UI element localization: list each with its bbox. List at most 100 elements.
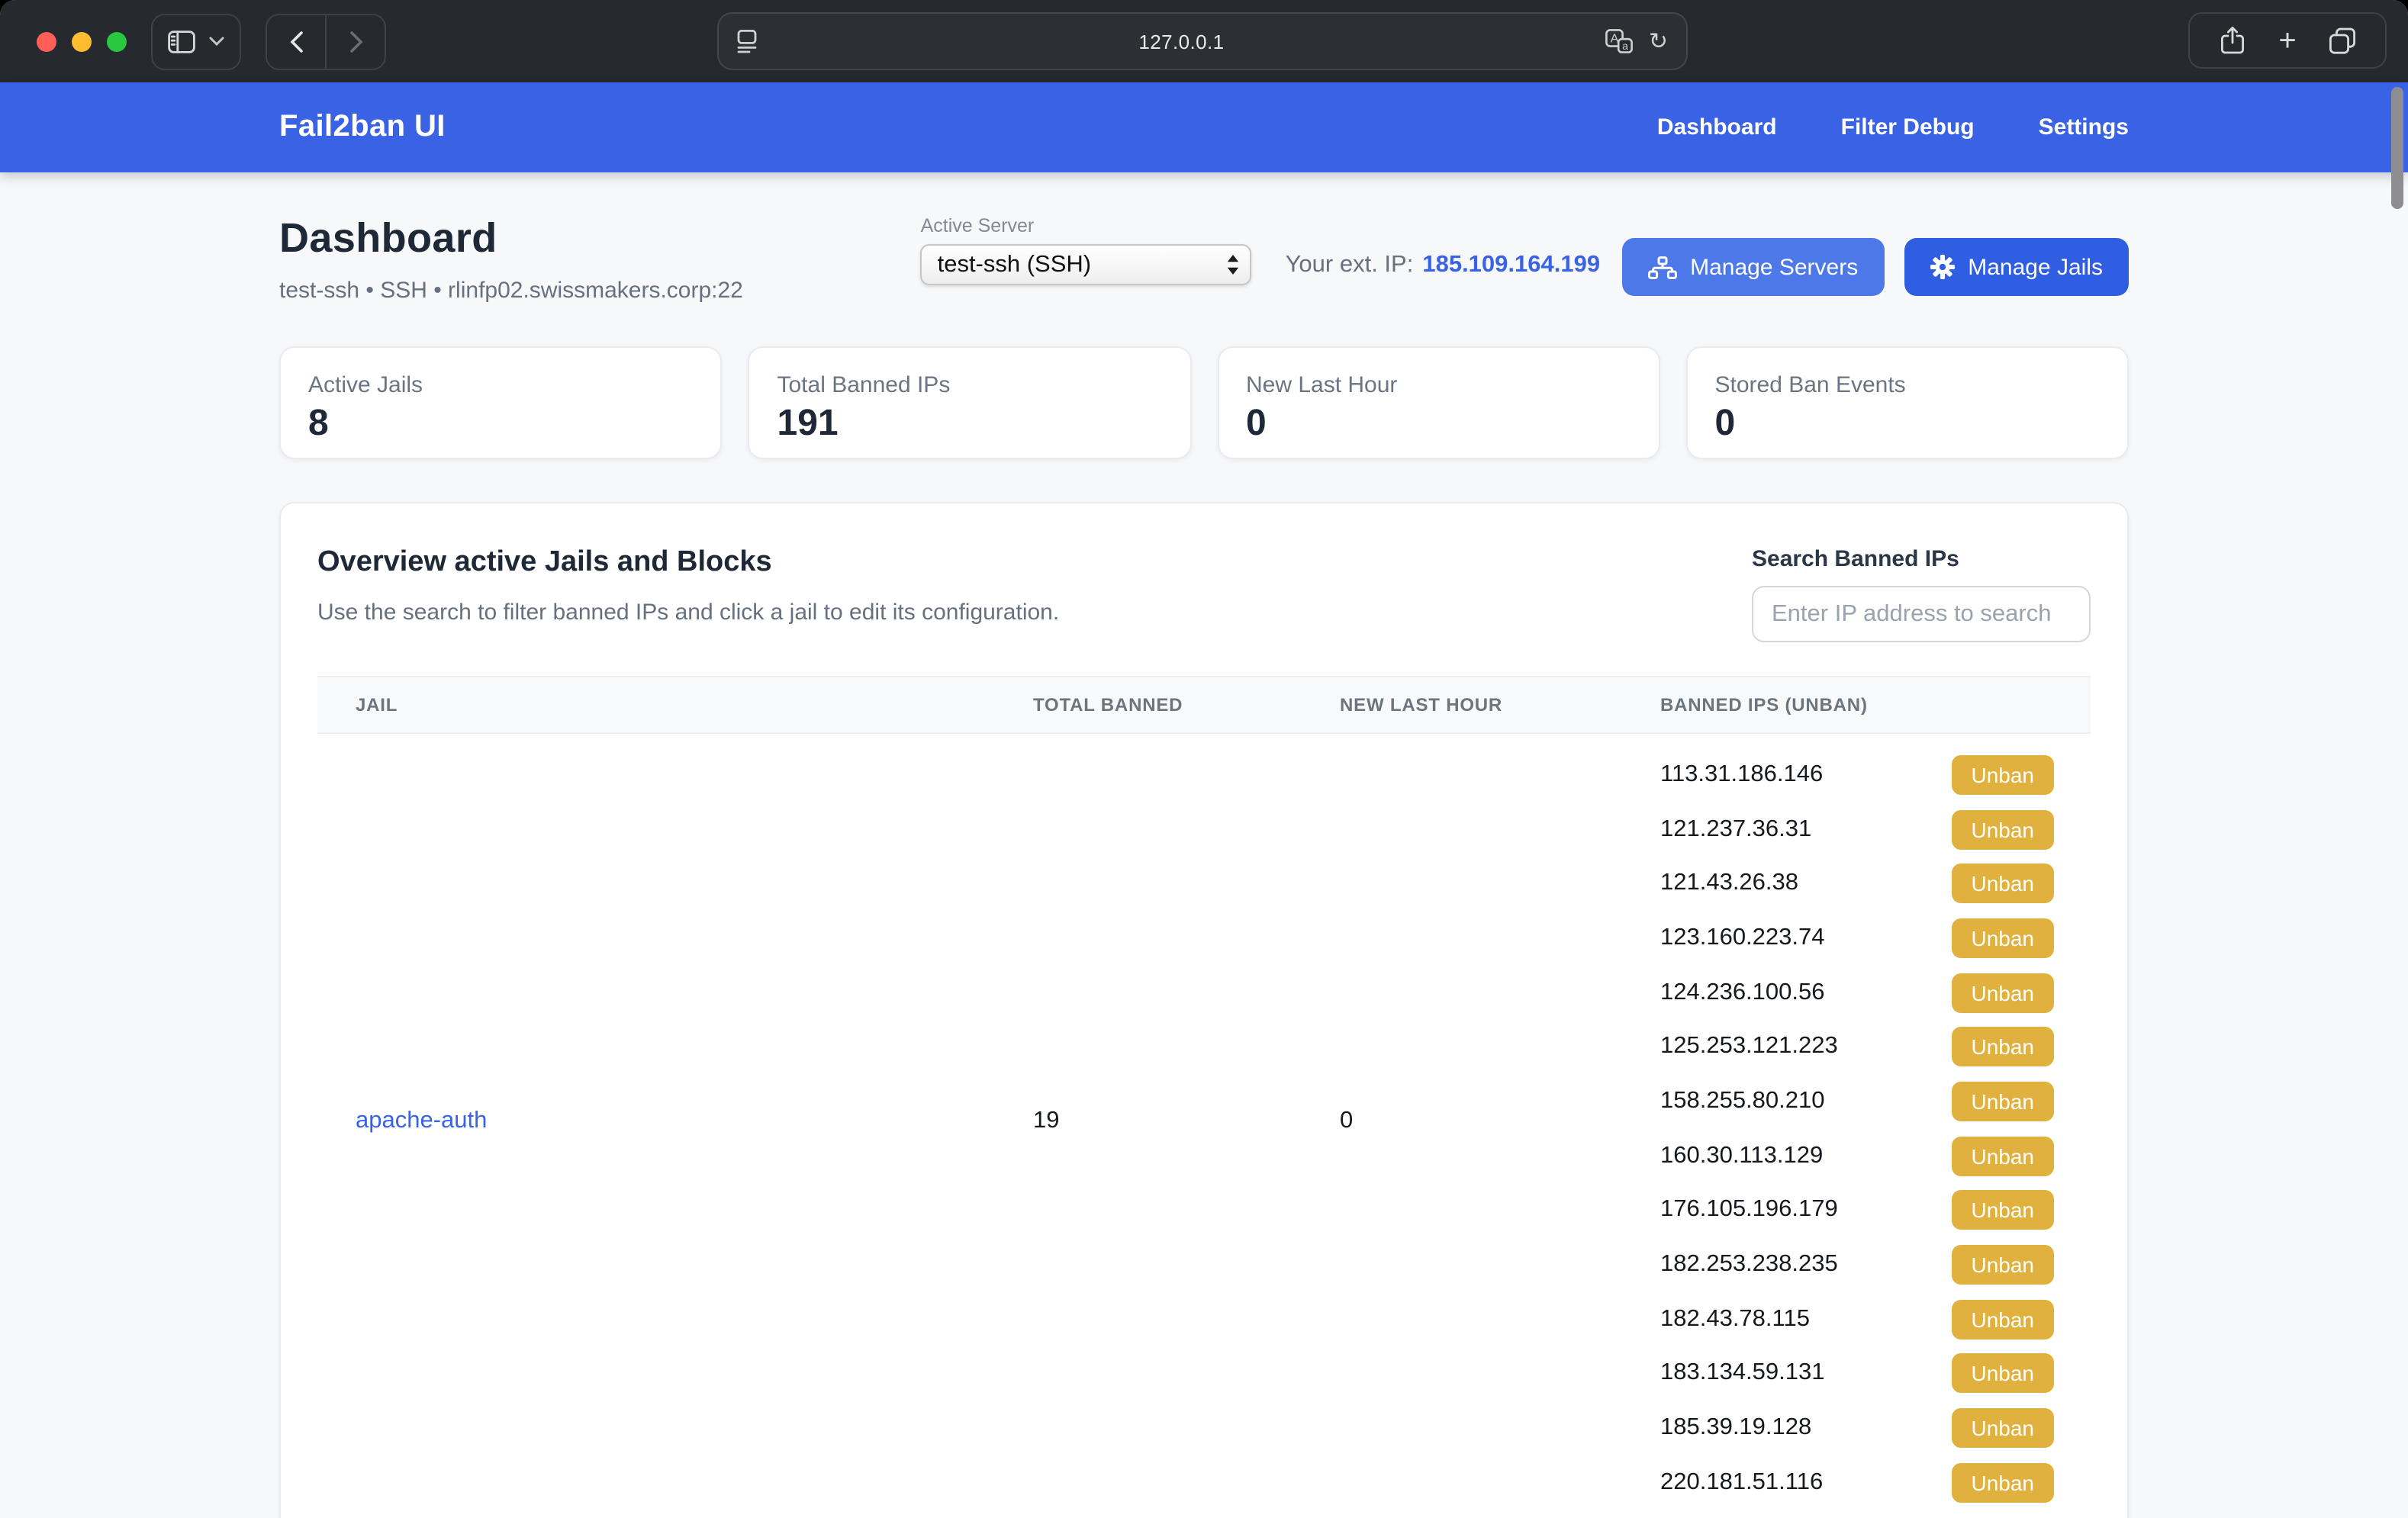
banned-ip: 160.30.113.129 — [1660, 1142, 1823, 1169]
banned-ips-list: 113.31.186.146Unban121.237.36.31Unban121… — [1660, 734, 2091, 1510]
app-navbar: Fail2ban UI Dashboard Filter Debug Setti… — [0, 82, 2408, 172]
unban-button[interactable]: Unban — [1951, 864, 2054, 903]
chevron-down-icon — [209, 37, 224, 46]
search-input[interactable] — [1752, 586, 2091, 642]
stat-card-active-jails: Active Jails 8 — [279, 346, 723, 459]
table-row: apache-auth 19 0 113.31.186.146Unban121.… — [317, 734, 2091, 1510]
banned-ip-row: 123.160.223.74 Unban — [1660, 911, 2054, 965]
toolbar-right-group: + — [2188, 12, 2387, 69]
unban-button[interactable]: Unban — [1951, 809, 2054, 849]
unban-button[interactable]: Unban — [1951, 1191, 2054, 1230]
overview-subtitle: Use the search to filter banned IPs and … — [317, 600, 1059, 626]
manage-servers-label: Manage Servers — [1690, 254, 1858, 280]
banned-ip: 185.39.19.128 — [1660, 1414, 1811, 1442]
unban-button[interactable]: Unban — [1951, 918, 2054, 958]
stat-label: Total Banned IPs — [777, 372, 1163, 398]
nav-item-filter-debug[interactable]: Filter Debug — [1841, 114, 1975, 140]
minimize-window-button[interactable] — [72, 31, 92, 51]
history-nav-group — [266, 13, 386, 69]
manage-servers-button[interactable]: Manage Servers — [1621, 238, 1884, 296]
address-bar[interactable]: 127.0.0.1 A a ↻ — [717, 12, 1688, 70]
active-server-label: Active Server — [921, 215, 1252, 236]
unban-button[interactable]: Unban — [1951, 1408, 2054, 1448]
svg-text:a: a — [1623, 40, 1629, 52]
gear-icon — [1930, 255, 1954, 279]
sidebar-icon — [168, 30, 195, 53]
select-arrows-icon — [1226, 253, 1241, 276]
ext-ip-value: 185.109.164.199 — [1422, 252, 1600, 279]
active-server-select[interactable]: test-ssh (SSH) — [921, 244, 1252, 285]
banned-ip-row: 183.134.59.131 Unban — [1660, 1346, 2054, 1401]
new-tab-icon[interactable]: + — [2260, 12, 2315, 69]
banned-ip: 182.253.238.235 — [1660, 1251, 1838, 1278]
banned-ip-row: 160.30.113.129 Unban — [1660, 1129, 2054, 1183]
search-banned-ips-label: Search Banned IPs — [1752, 546, 2091, 572]
page-scrollbar-thumb[interactable] — [2391, 87, 2403, 209]
banned-ip: 121.43.26.38 — [1660, 870, 1798, 897]
banned-ip: 182.43.78.115 — [1660, 1305, 1810, 1333]
manage-jails-button[interactable]: Manage Jails — [1904, 238, 2129, 296]
stat-value: 191 — [777, 403, 1163, 445]
stat-card-new-last-hour: New Last Hour 0 — [1217, 346, 1660, 459]
unban-button[interactable]: Unban — [1951, 1354, 2054, 1394]
banned-ip: 121.237.36.31 — [1660, 815, 1811, 843]
reader-view-icon[interactable] — [737, 29, 757, 53]
overview-title: Overview active Jails and Blocks — [317, 546, 1059, 580]
jail-link[interactable]: apache-auth — [356, 1108, 487, 1134]
banned-ip-row: 182.43.78.115 Unban — [1660, 1292, 2054, 1346]
col-header-total-banned: Total Banned — [1033, 694, 1340, 716]
col-header-banned-ips: Banned IPs (Unban) — [1660, 694, 2091, 716]
banned-ip: 125.253.121.223 — [1660, 1034, 1838, 1061]
banned-ip-row: 125.253.121.223 Unban — [1660, 1020, 2054, 1074]
stat-value: 0 — [1715, 403, 2101, 445]
stat-label: Active Jails — [308, 372, 694, 398]
back-button[interactable] — [267, 13, 325, 69]
banned-ip: 113.31.186.146 — [1660, 761, 1823, 789]
tab-overview-icon[interactable] — [2315, 12, 2370, 69]
forward-button[interactable] — [327, 13, 385, 69]
share-icon[interactable] — [2205, 12, 2260, 69]
ext-ip-label: Your ext. IP: — [1286, 252, 1414, 279]
app-brand: Fail2ban UI — [279, 110, 446, 145]
sidebar-toggle-button[interactable] — [151, 13, 241, 69]
banned-ip: 183.134.59.131 — [1660, 1360, 1825, 1388]
browser-toolbar: 127.0.0.1 A a ↻ — [0, 0, 2408, 82]
nav-item-dashboard[interactable]: Dashboard — [1657, 114, 1777, 140]
banned-ip-row: 176.105.196.179 Unban — [1660, 1183, 2054, 1237]
stat-value: 0 — [1246, 403, 1631, 445]
stat-label: Stored Ban Events — [1715, 372, 2101, 398]
unban-button[interactable]: Unban — [1951, 973, 2054, 1012]
banned-ip-row: 220.181.51.116 Unban — [1660, 1455, 2054, 1510]
stat-cards: Active Jails 8 Total Banned IPs 191 New … — [279, 346, 2129, 459]
translate-icon[interactable]: A a — [1606, 29, 1634, 53]
banned-ip-row: 185.39.19.128 Unban — [1660, 1401, 2054, 1455]
unban-button[interactable]: Unban — [1951, 1245, 2054, 1285]
banned-ip-row: 121.237.36.31 Unban — [1660, 802, 2054, 856]
maximize-window-button[interactable] — [107, 31, 127, 51]
active-server-value: test-ssh (SSH) — [938, 251, 1226, 278]
reload-icon[interactable]: ↻ — [1649, 30, 1668, 53]
banned-ip: 220.181.51.116 — [1660, 1469, 1823, 1497]
banned-ip-row: 158.255.80.210Unban — [1660, 1074, 2054, 1128]
stat-value: 8 — [308, 403, 694, 445]
unban-button[interactable]: Unban — [1951, 755, 2054, 795]
nav-item-settings[interactable]: Settings — [2039, 114, 2129, 140]
stat-card-stored-ban-events: Stored Ban Events 0 — [1686, 346, 2130, 459]
banned-ip: 124.236.100.56 — [1660, 979, 1825, 1006]
unban-button[interactable]: Unban — [1951, 1136, 2054, 1175]
browser-window: 127.0.0.1 A a ↻ — [0, 0, 2408, 1518]
unban-button[interactable]: Unban — [1951, 1082, 2054, 1121]
total-banned-value: 19 — [1033, 1108, 1340, 1136]
banned-ip: 123.160.223.74 — [1660, 925, 1825, 952]
table-header-row: Jail Total Banned New Last Hour Banned I… — [317, 676, 2091, 734]
traffic-lights — [37, 31, 127, 51]
sitemap-icon — [1647, 256, 1676, 278]
banned-ip-row: 124.236.100.56 Unban — [1660, 966, 2054, 1020]
page-title: Dashboard — [279, 215, 743, 262]
close-window-button[interactable] — [37, 31, 56, 51]
col-header-new-last-hour: New Last Hour — [1340, 694, 1660, 716]
unban-button[interactable]: Unban — [1951, 1028, 2054, 1067]
unban-button[interactable]: Unban — [1951, 1463, 2054, 1503]
unban-button[interactable]: Unban — [1951, 1299, 2054, 1339]
banned-ip: 176.105.196.179 — [1660, 1197, 1838, 1224]
